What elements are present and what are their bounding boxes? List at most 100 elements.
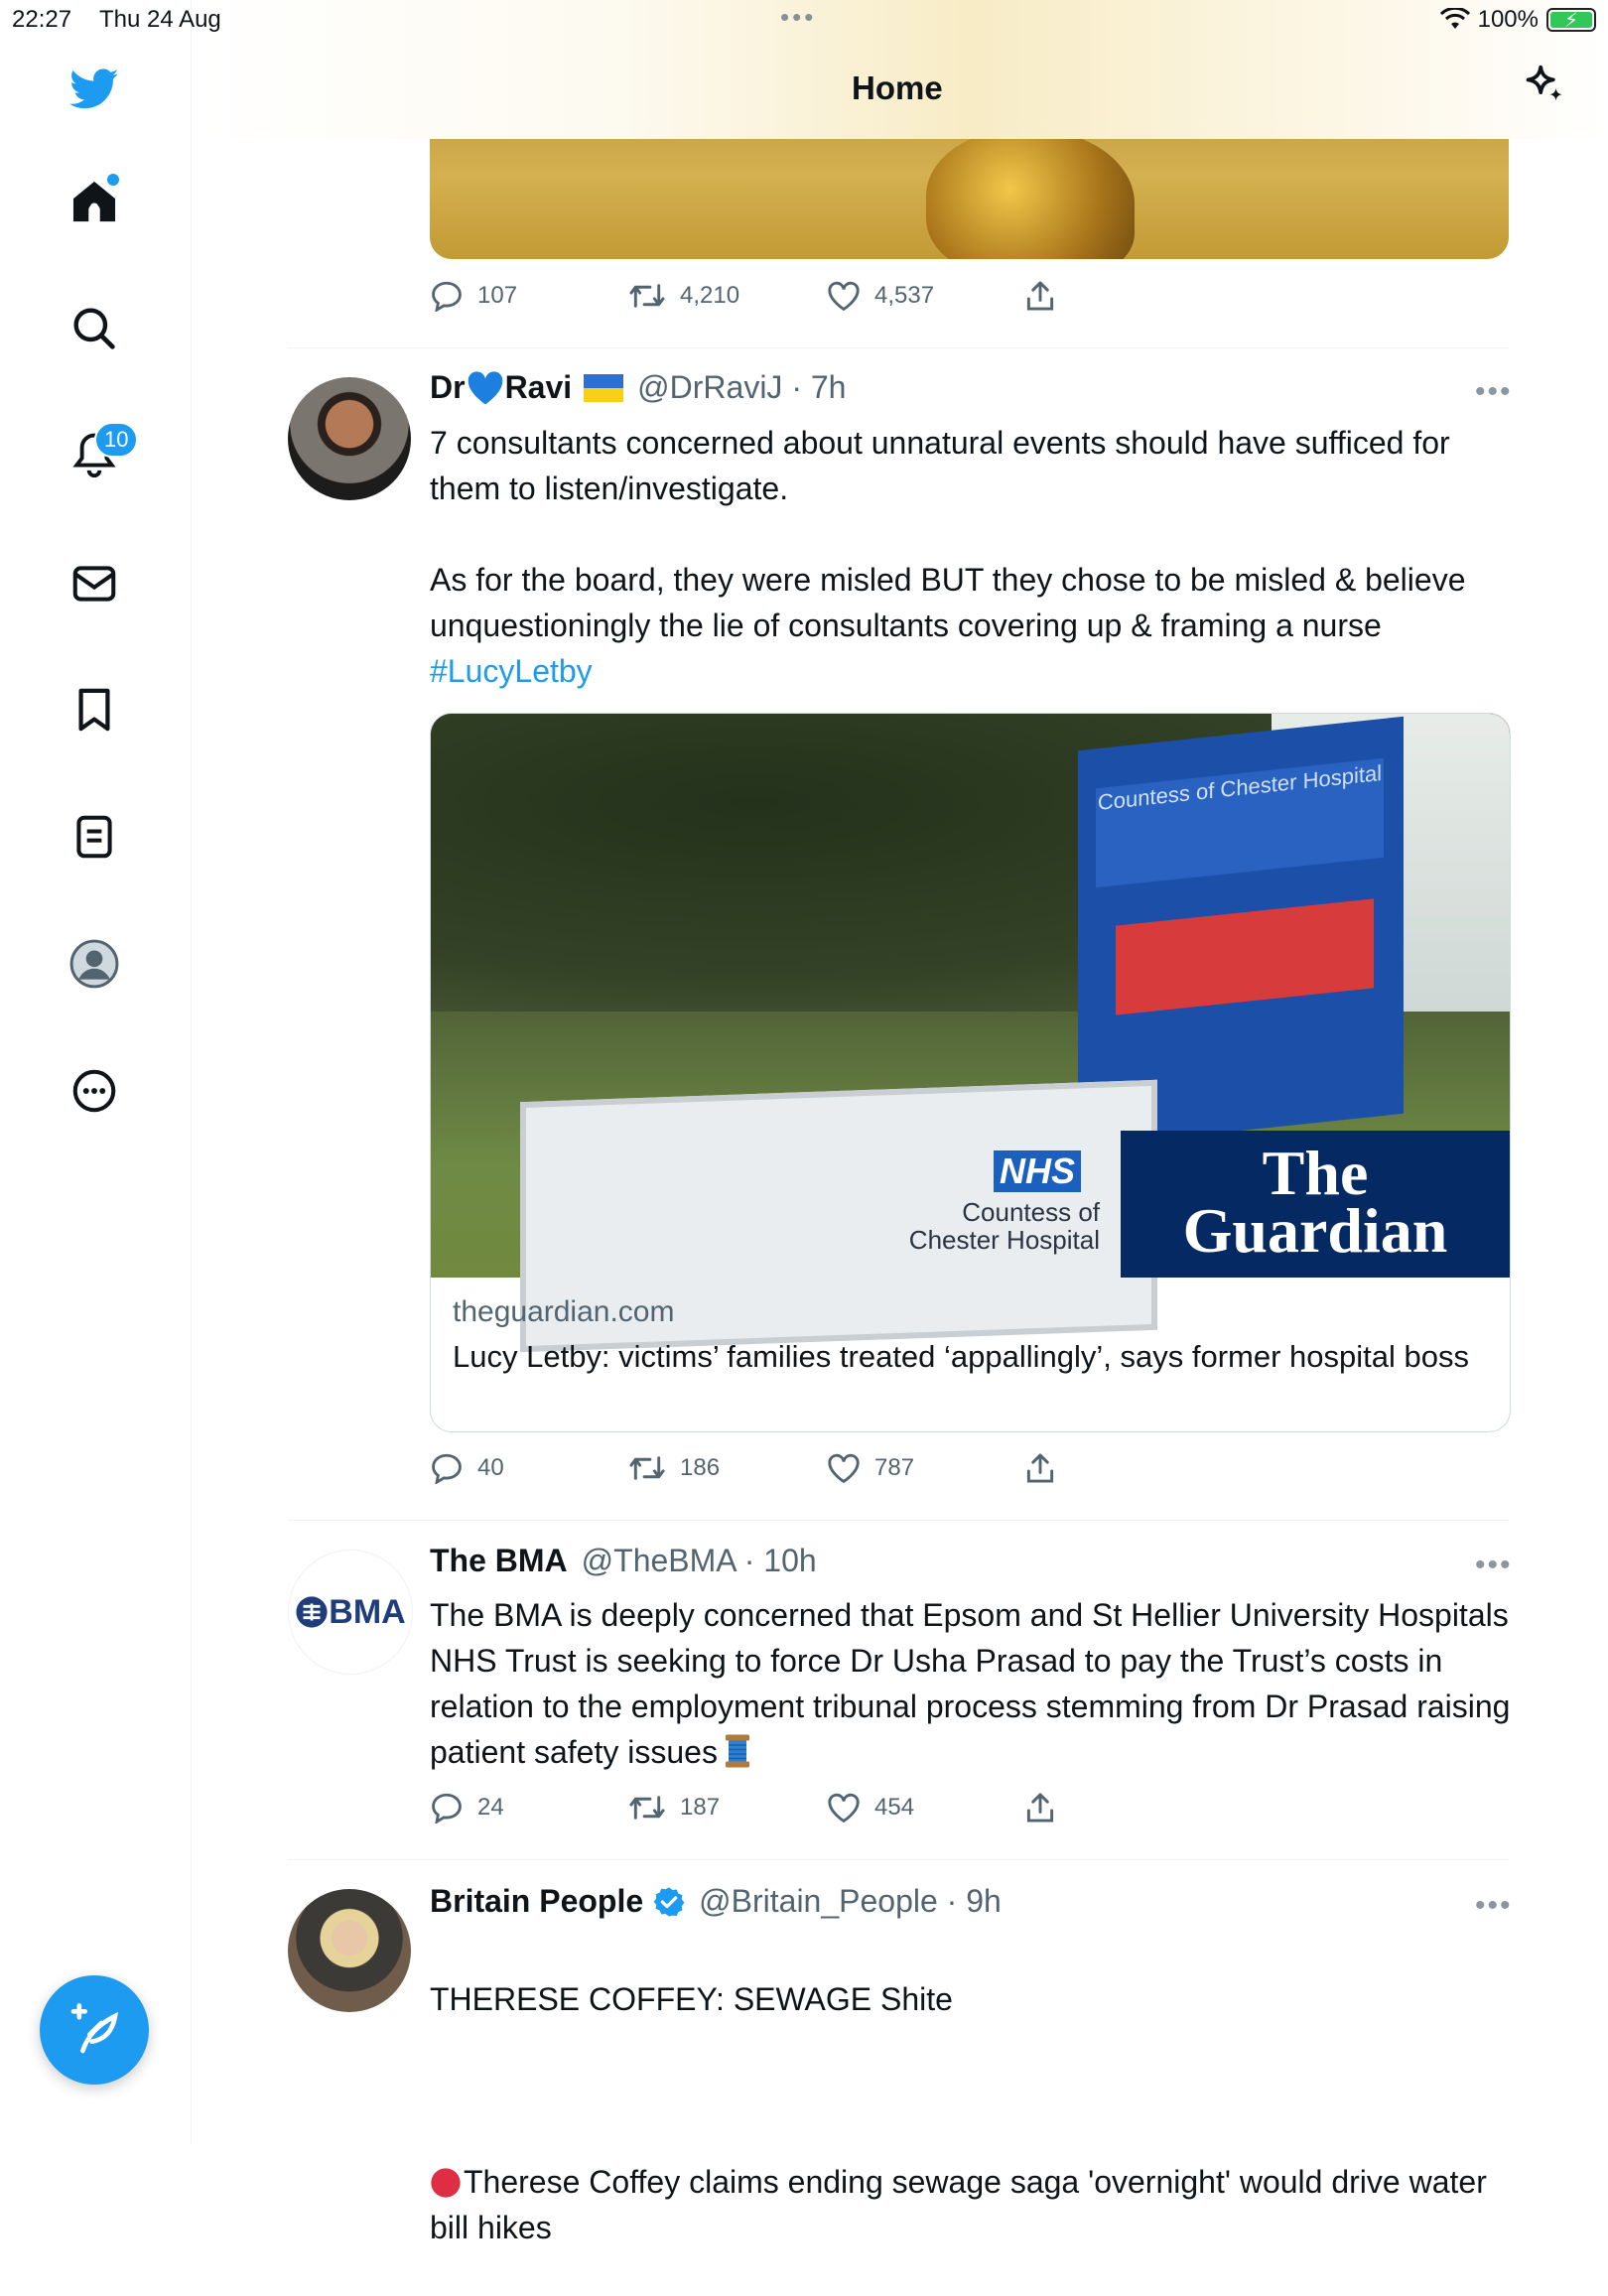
compose-tweet-button[interactable] (40, 1975, 149, 2085)
profile-avatar-icon[interactable] (69, 939, 119, 989)
author-name-prefix[interactable]: Dr (430, 369, 466, 406)
battery-icon: ⚡ (1546, 8, 1596, 32)
tweet-header: The BMA @TheBMA · 10h (430, 1543, 817, 1579)
reply-icon (432, 1793, 462, 1823)
reply-button[interactable]: 40 (430, 1452, 628, 1484)
tweet-text-line2: Therese Coffey claims ending sewage saga… (430, 2164, 1487, 2245)
tweet-divider (288, 347, 1509, 348)
author-name[interactable]: Britain People (430, 1883, 643, 1920)
tweet-body: The BMA is deeply concerned that Epsom a… (430, 1592, 1512, 1775)
tweet-body: THERESE COFFEY: SEWAGE Shite Therese Cof… (430, 1931, 1512, 2296)
search-icon[interactable] (69, 304, 119, 353)
reply-button[interactable]: 24 (430, 1792, 628, 1823)
reply-icon (432, 281, 462, 312)
tweet-divider (288, 1520, 1509, 1521)
tweet-header: Dr Ravi @DrRaviJ · 7h (430, 369, 846, 406)
heart-icon (828, 1793, 860, 1823)
guardian-logo-line2: Guardian (1182, 1195, 1448, 1266)
like-button[interactable]: 4,537 (827, 280, 1025, 312)
card-photo: Countess of Chester Hospital NHS Countes… (431, 714, 1510, 1353)
bma-avatar[interactable]: BMA (288, 1550, 413, 1675)
tweet-body: 7 consultants concerned about unnatural … (430, 420, 1512, 694)
author-handle[interactable]: @Britain_People · 9h (699, 1883, 1002, 1920)
photo-hospital-name: Countess of Chester Hospital (908, 1197, 1100, 1255)
status-time: 22:27 (12, 6, 72, 33)
reply-icon (432, 1453, 462, 1484)
thread-spool-icon (725, 1734, 749, 1768)
blue-heart-icon (468, 370, 502, 404)
britain-people-avatar[interactable] (288, 1889, 411, 2012)
like-count: 454 (874, 1794, 915, 1821)
tweet-divider (288, 1859, 1509, 1860)
retweet-button[interactable]: 186 (628, 1452, 827, 1484)
notifications-badge: 10 (94, 422, 139, 458)
guardian-logo-line1: The (1262, 1138, 1369, 1208)
previous-tweet-image[interactable] (430, 119, 1509, 259)
verified-badge-icon (653, 1886, 685, 1917)
reply-count: 107 (477, 282, 518, 309)
retweet-button[interactable]: 4,210 (628, 280, 827, 312)
multitask-dots-icon[interactable]: ••• (780, 2, 816, 33)
share-icon (1026, 281, 1054, 311)
wifi-icon (1439, 8, 1470, 29)
share-button[interactable] (1025, 280, 1224, 312)
bma-logo-icon (296, 1596, 328, 1628)
sparkle-icon[interactable] (1522, 62, 1567, 107)
retweet-icon (629, 1796, 665, 1820)
red-circle-icon (431, 2168, 461, 2198)
nhs-logo: NHS (994, 1150, 1082, 1192)
share-button[interactable] (1025, 1792, 1224, 1823)
home-unread-dot (105, 172, 121, 188)
reply-count: 40 (477, 1454, 504, 1481)
tweet-header: Britain People @Britain_People · 9h (430, 1883, 1002, 1920)
like-count: 4,537 (874, 282, 935, 309)
guardian-logo: The Guardian (1121, 1131, 1510, 1278)
reply-button[interactable]: 107 (430, 280, 628, 312)
lists-icon[interactable] (69, 812, 119, 862)
tweet-text: 7 consultants concerned about unnatural … (430, 425, 1466, 643)
tweet-more-icon[interactable]: ••• (1475, 375, 1513, 409)
like-button[interactable]: 787 (827, 1452, 1025, 1484)
heart-icon (828, 281, 860, 311)
author-name-suffix[interactable]: Ravi (505, 369, 573, 406)
share-icon (1026, 1453, 1054, 1483)
retweet-icon (629, 284, 665, 308)
ukraine-flag-icon (584, 373, 624, 402)
reply-count: 24 (477, 1794, 504, 1821)
bma-avatar-text: BMA (329, 1592, 406, 1631)
status-bar: 22:27 Thu 24 Aug ••• 100% ⚡ (0, 0, 1608, 40)
twitter-logo-icon[interactable] (69, 65, 119, 114)
author-handle[interactable]: @TheBMA · 10h (582, 1543, 817, 1579)
tweet-actions: 40 186 787 (430, 1452, 1224, 1484)
more-options-icon[interactable] (69, 1066, 119, 1116)
tweet-text-line1: THERESE COFFEY: SEWAGE Shite (430, 1981, 953, 2017)
page-title: Home (852, 69, 943, 106)
link-card[interactable]: Countess of Chester Hospital NHS Countes… (430, 713, 1511, 1432)
bookmarks-icon[interactable] (69, 685, 119, 735)
like-button[interactable]: 454 (827, 1792, 1025, 1823)
tweet-more-icon[interactable]: ••• (1475, 1549, 1513, 1582)
messages-mail-icon[interactable] (69, 559, 119, 608)
status-date: Thu 24 Aug (99, 6, 221, 33)
retweet-button[interactable]: 187 (628, 1792, 827, 1823)
tweet-actions: 24 187 454 (430, 1792, 1224, 1823)
drravi-avatar[interactable] (288, 377, 411, 500)
author-name[interactable]: The BMA (430, 1543, 568, 1579)
share-button[interactable] (1025, 1452, 1224, 1484)
share-icon (1026, 1793, 1054, 1823)
prev-tweet-actions: 107 4,210 4,537 (430, 280, 1224, 312)
author-handle[interactable]: @DrRaviJ · 7h (637, 369, 846, 406)
tweet-text: The BMA is deeply concerned that Epsom a… (430, 1597, 1511, 1770)
card-domain: theguardian.com (453, 1295, 675, 1328)
retweet-count: 186 (680, 1454, 721, 1481)
like-count: 787 (874, 1454, 915, 1481)
hashtag-link[interactable]: #LucyLetby (430, 653, 593, 689)
heart-icon (828, 1453, 860, 1483)
status-right: 100% ⚡ (1439, 6, 1596, 34)
retweet-count: 4,210 (680, 282, 740, 309)
retweet-count: 187 (680, 1794, 721, 1821)
card-headline: Lucy Letby: victims’ families treated ‘a… (453, 1339, 1469, 1374)
tweet-more-icon[interactable]: ••• (1475, 1889, 1513, 1923)
retweet-icon (629, 1456, 665, 1480)
battery-percent: 100% (1477, 6, 1539, 33)
